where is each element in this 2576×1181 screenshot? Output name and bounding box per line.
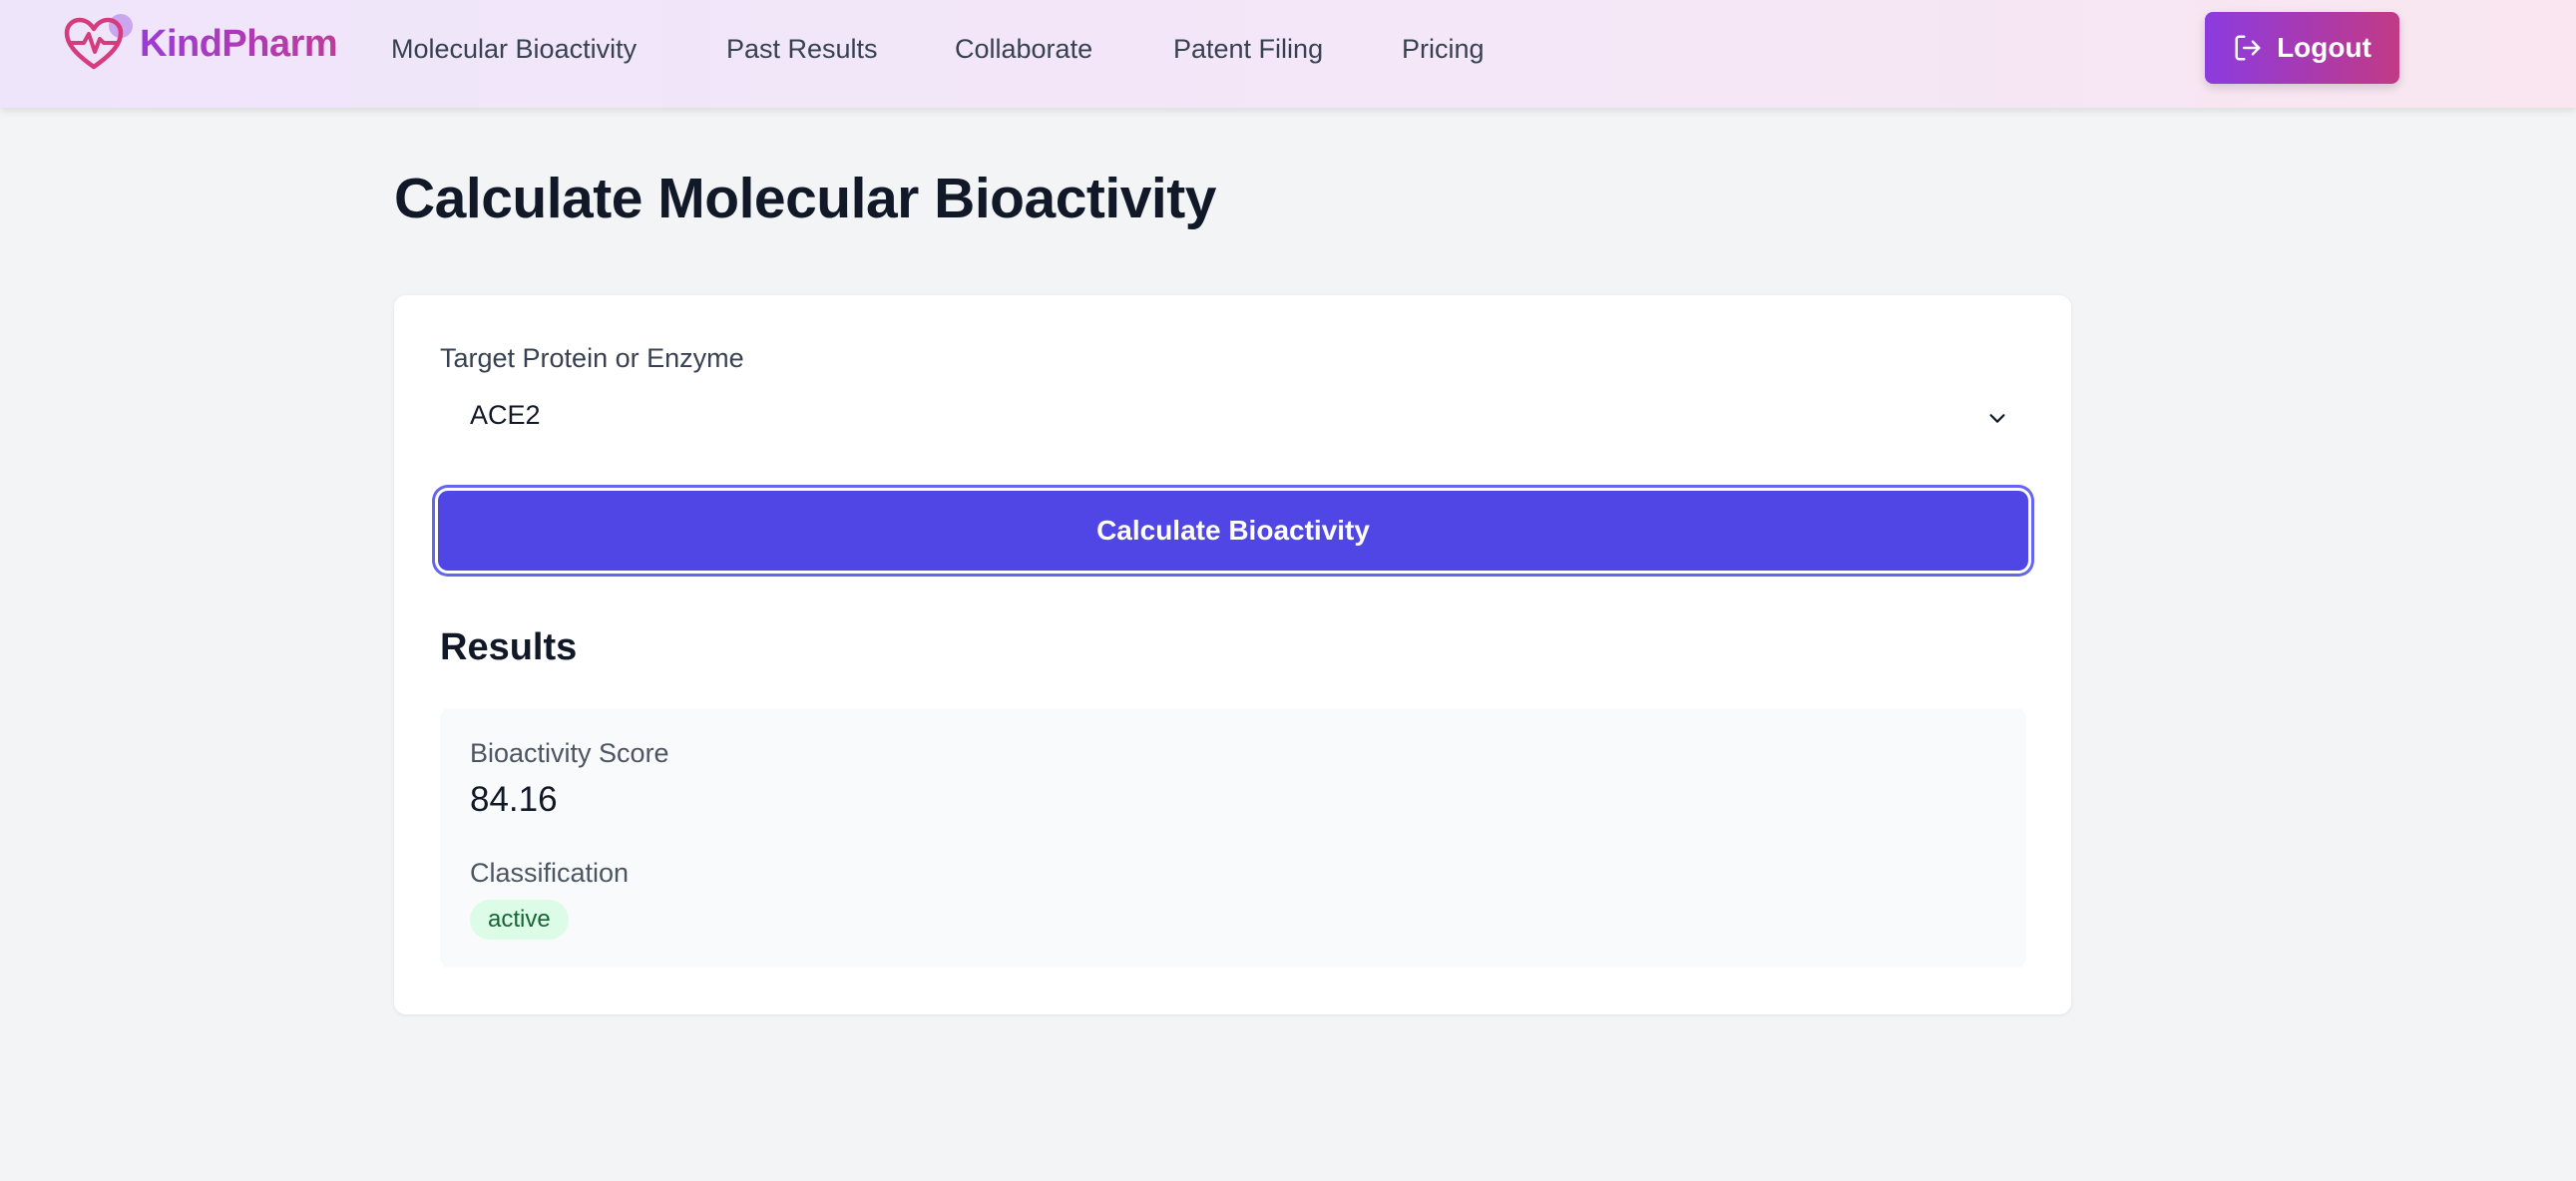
- target-label: Target Protein or Enzyme: [440, 343, 744, 373]
- nav-item-collaborate[interactable]: Collaborate: [955, 34, 1092, 65]
- score-value: 84.16: [470, 780, 558, 819]
- nav-item-patent-filing[interactable]: Patent Filing: [1173, 34, 1323, 65]
- score-label: Bioactivity Score: [470, 738, 669, 768]
- results-panel: Bioactivity Score 84.16 Classification a…: [440, 708, 2026, 968]
- nav-item-pricing[interactable]: Pricing: [1402, 34, 1485, 65]
- logout-button[interactable]: Logout: [2205, 12, 2399, 84]
- status-badge: active: [470, 900, 569, 940]
- brand-logo[interactable]: KindPharm: [64, 8, 338, 80]
- heart-pulse-icon: [64, 11, 133, 77]
- brand-name: KindPharm: [140, 22, 338, 65]
- calculate-bioactivity-button[interactable]: Calculate Bioactivity: [438, 491, 2028, 571]
- logout-icon: [2233, 33, 2263, 63]
- page-title: Calculate Molecular Bioactivity: [394, 167, 1216, 230]
- nav-item-molecular-bioactivity[interactable]: Molecular Bioactivity: [391, 34, 637, 65]
- logout-label: Logout: [2277, 32, 2371, 63]
- chevron-down-icon: [1986, 405, 2008, 436]
- top-navbar: KindPharm Molecular Bioactivity Past Res…: [0, 0, 2576, 108]
- target-select-value: ACE2: [470, 399, 541, 430]
- bioactivity-card: Target Protein or Enzyme ACE2 Calculate …: [394, 295, 2071, 1014]
- nav-item-past-results[interactable]: Past Results: [726, 34, 878, 65]
- classification-label: Classification: [470, 858, 630, 888]
- results-heading: Results: [440, 626, 578, 668]
- target-select[interactable]: ACE2: [440, 387, 2024, 443]
